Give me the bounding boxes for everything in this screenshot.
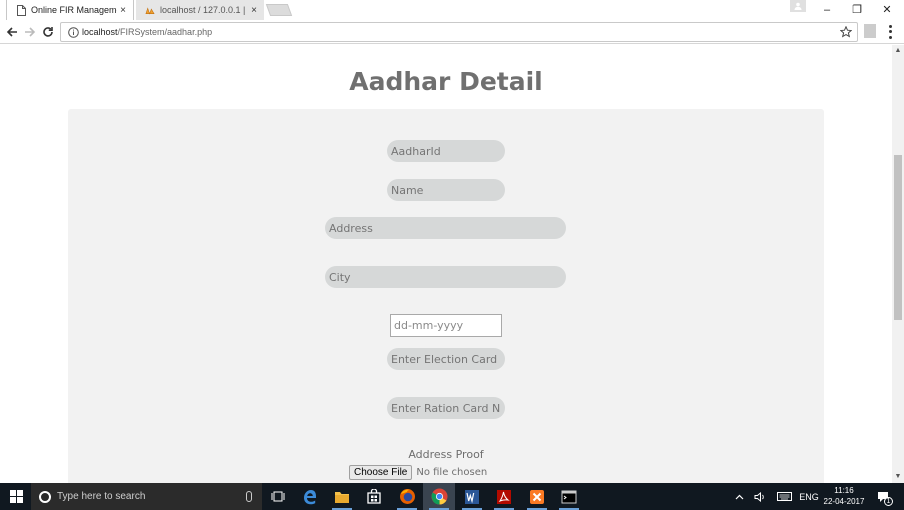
minimize-button[interactable]: – xyxy=(812,0,842,20)
url-host: localhost xyxy=(82,27,118,37)
command-prompt-icon[interactable] xyxy=(553,483,585,510)
address-bar[interactable]: localhost/FIRSystem/aadhar.php xyxy=(60,22,858,42)
file-explorer-icon[interactable] xyxy=(326,483,358,510)
user-profile-icon[interactable] xyxy=(790,0,806,12)
page-title: Aadhar Detail xyxy=(349,67,543,96)
taskbar-search-placeholder: Type here to search xyxy=(57,491,146,502)
url-path: /FIRSystem/aadhar.php xyxy=(117,27,213,37)
scroll-down-arrow-icon[interactable]: ▼ xyxy=(892,471,904,483)
scroll-thumb[interactable] xyxy=(894,155,902,320)
aadhar-form-panel xyxy=(68,109,824,483)
microphone-icon[interactable] xyxy=(246,491,252,502)
show-hidden-icons-icon[interactable] xyxy=(731,483,747,510)
forward-arrow-icon[interactable] xyxy=(21,23,39,41)
new-tab-button[interactable] xyxy=(265,4,293,16)
file-status-text: No file chosen xyxy=(416,466,488,478)
taskbar-search-box[interactable]: Type here to search xyxy=(31,483,262,510)
extension-icon[interactable] xyxy=(864,24,876,38)
cortana-icon xyxy=(39,490,51,503)
phpmyadmin-icon xyxy=(145,5,155,16)
page-icon xyxy=(16,4,26,16)
tab-strip: Online FIR Management × localhost / 127.… xyxy=(0,0,904,20)
page-scrollbar[interactable]: ▲ ▼ xyxy=(892,45,904,483)
browser-menu-icon[interactable] xyxy=(884,24,896,40)
clock-date: 22-04-2017 xyxy=(823,497,865,506)
name-input[interactable] xyxy=(387,179,505,201)
address-input[interactable] xyxy=(325,217,566,239)
ration-card-input[interactable] xyxy=(387,397,505,419)
notification-count: 1 xyxy=(884,497,893,506)
chrome-icon[interactable] xyxy=(423,483,455,510)
firefox-icon[interactable] xyxy=(391,483,423,510)
election-card-input[interactable] xyxy=(387,348,505,370)
word-icon[interactable] xyxy=(456,483,488,510)
xampp-icon[interactable] xyxy=(521,483,553,510)
restore-button[interactable]: ❐ xyxy=(842,0,872,20)
action-center-icon[interactable]: 1 xyxy=(874,483,893,510)
windows-start-icon[interactable] xyxy=(10,490,23,503)
back-arrow-icon[interactable] xyxy=(3,23,21,41)
keyboard-icon[interactable] xyxy=(774,483,794,510)
scroll-up-arrow-icon[interactable]: ▲ xyxy=(892,45,904,57)
dob-date-input[interactable]: dd-mm-yyyy xyxy=(390,314,502,337)
tab-close-icon[interactable]: × xyxy=(117,5,129,16)
bookmark-star-icon[interactable] xyxy=(838,24,854,40)
windows-taskbar: Type here to search ENG 11:16 22-04-2017… xyxy=(0,483,904,510)
reload-icon[interactable] xyxy=(39,23,57,41)
tab-online-fir[interactable]: Online FIR Management × xyxy=(6,0,134,20)
task-view-icon[interactable] xyxy=(262,483,294,510)
address-proof-file-input: Choose File No file chosen xyxy=(349,464,487,480)
tab-title: Online FIR Management xyxy=(31,5,117,15)
tab-title: localhost / 127.0.0.1 | php xyxy=(160,5,248,15)
tab-phpmyadmin[interactable]: localhost / 127.0.0.1 | php × xyxy=(136,0,264,20)
close-window-button[interactable]: ✕ xyxy=(872,0,902,20)
acrobat-icon[interactable] xyxy=(488,483,520,510)
clock-time: 11:16 xyxy=(834,486,854,495)
url-text: localhost/FIRSystem/aadhar.php xyxy=(82,27,212,37)
info-icon[interactable] xyxy=(64,23,82,41)
page-viewport: Aadhar Detail dd-mm-yyyy Address Proof C… xyxy=(0,45,892,483)
system-clock[interactable]: 11:16 22-04-2017 xyxy=(818,485,870,507)
choose-file-button[interactable]: Choose File xyxy=(349,464,413,480)
aadhar-id-input[interactable] xyxy=(387,140,505,162)
tab-close-icon[interactable]: × xyxy=(248,5,260,16)
browser-toolbar: localhost/FIRSystem/aadhar.php xyxy=(0,20,904,44)
store-icon[interactable] xyxy=(358,483,390,510)
city-input[interactable] xyxy=(325,266,566,288)
volume-icon[interactable] xyxy=(751,483,769,510)
address-proof-label: Address Proof xyxy=(408,448,484,461)
edge-browser-icon[interactable] xyxy=(294,483,326,510)
